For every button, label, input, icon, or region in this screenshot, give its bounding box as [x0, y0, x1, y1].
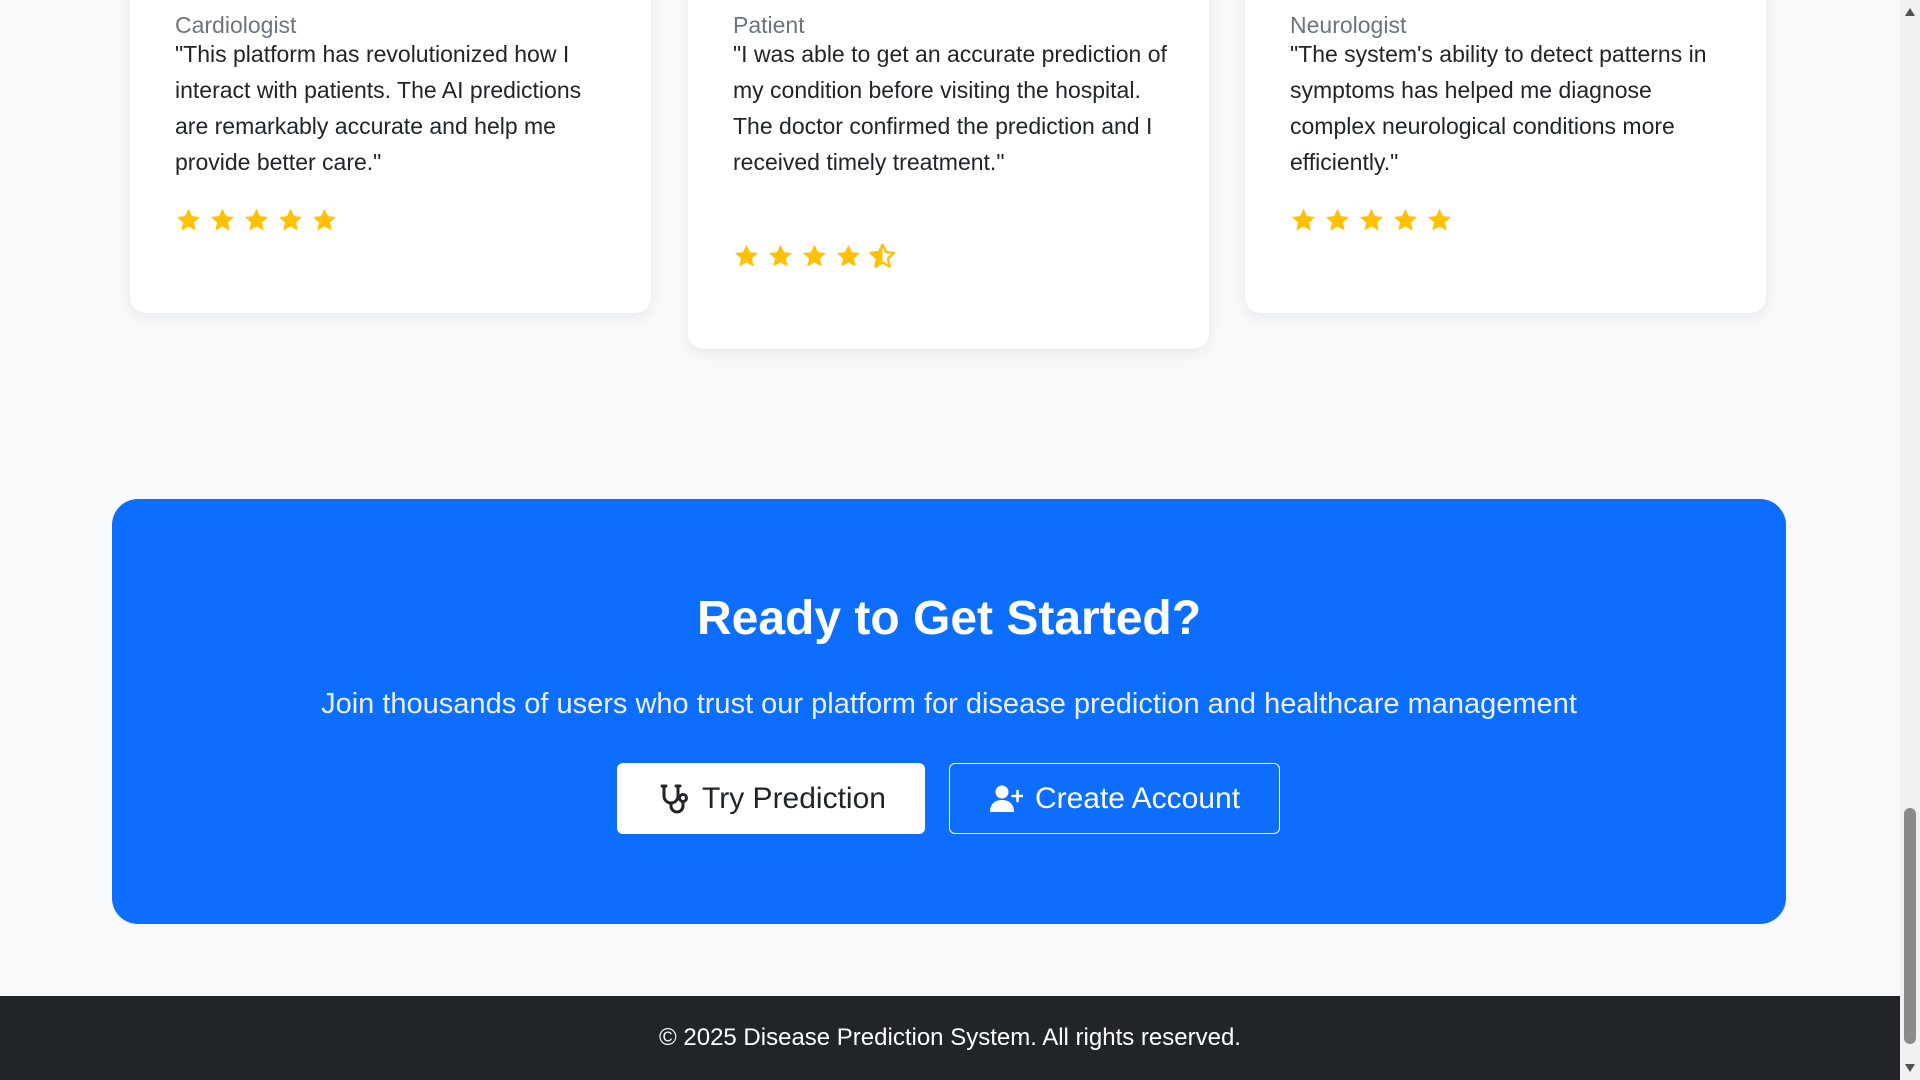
scroll-down-arrow-icon[interactable]	[1900, 1058, 1920, 1078]
cta-title: Ready to Get Started?	[696, 592, 1202, 645]
try-prediction-button[interactable]: Try Prediction	[617, 763, 925, 834]
star-rating	[175, 207, 338, 234]
star-icon	[1324, 207, 1351, 234]
try-prediction-label: Try Prediction	[702, 781, 886, 815]
star-icon	[209, 207, 236, 234]
star-rating	[1290, 207, 1453, 234]
testimonial-card: Cardiologist "This platform has revoluti…	[130, 0, 651, 313]
star-icon	[767, 243, 794, 270]
star-icon	[1358, 207, 1385, 234]
star-icon	[1392, 207, 1419, 234]
scrollbar-thumb[interactable]	[1904, 808, 1916, 1044]
star-icon	[243, 207, 270, 234]
star-icon	[1426, 207, 1453, 234]
page: Cardiologist "This platform has revoluti…	[0, 0, 1900, 1080]
star-rating	[733, 243, 896, 270]
testimonial-card: Neurologist "The system's ability to det…	[1245, 0, 1766, 313]
create-account-label: Create Account	[1034, 781, 1241, 815]
scroll-up-arrow-icon[interactable]	[1900, 2, 1920, 22]
star-icon	[1290, 207, 1317, 234]
footer-copyright: © 2025 Disease Prediction System. All ri…	[659, 1024, 1241, 1051]
star-icon	[277, 207, 304, 234]
vertical-scrollbar[interactable]	[1900, 0, 1920, 1080]
star-icon	[801, 243, 828, 270]
stethoscope-icon	[656, 782, 690, 816]
star-icon	[733, 243, 760, 270]
star-icon	[175, 207, 202, 234]
star-icon	[311, 207, 338, 234]
half-star-icon	[869, 243, 896, 270]
user-plus-icon	[989, 782, 1023, 816]
testimonial-quote: "This platform has revolutionized how I …	[175, 41, 582, 175]
footer: © 2025 Disease Prediction System. All ri…	[0, 996, 1900, 1080]
testimonial-quote: "The system's ability to detect patterns…	[1290, 41, 1707, 175]
create-account-button[interactable]: Create Account	[949, 763, 1280, 834]
testimonial-card: Patient "I was able to get an accurate p…	[688, 0, 1209, 349]
testimonial-quote: "I was able to get an accurate predictio…	[733, 41, 1167, 175]
cta-subtitle: Join thousands of users who trust our pl…	[321, 688, 1577, 720]
cta-section: Ready to Get Started? Join thousands of …	[112, 499, 1786, 924]
star-icon	[835, 243, 862, 270]
